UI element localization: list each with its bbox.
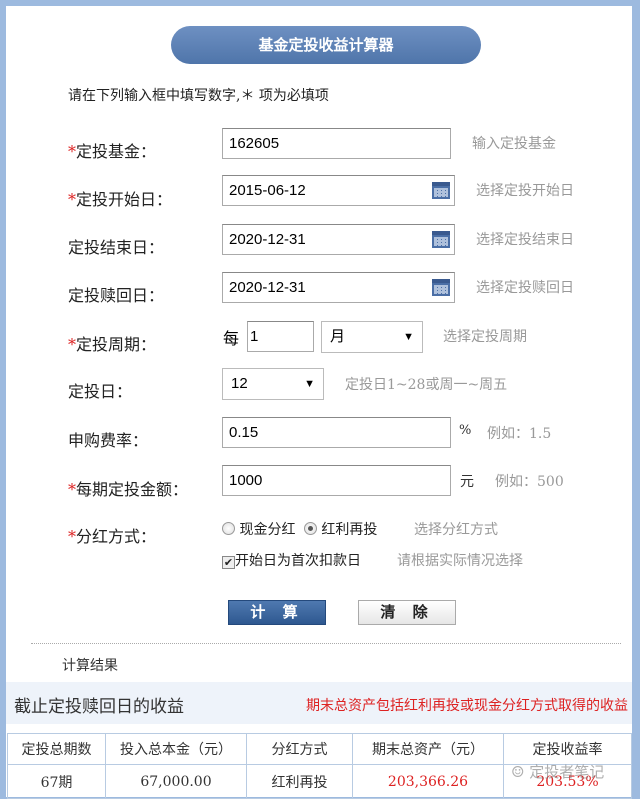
header-cell: 期末总资产（元）	[352, 733, 504, 765]
day-hint: 定投日1~28或周一~周五	[345, 377, 508, 393]
calendar-icon[interactable]	[432, 182, 450, 199]
end-date-label: 定投结束日：	[68, 238, 165, 257]
cell-principal: 67,000.00	[105, 764, 247, 799]
fund-label: *定投基金：	[68, 142, 157, 161]
fee-input[interactable]: 0.15	[222, 417, 451, 448]
period-prefix: 每	[223, 329, 240, 348]
result-subtitle: 截止定投赎回日的收益	[14, 697, 184, 717]
period-label: *定投周期：	[68, 335, 157, 354]
redeem-date-hint: 选择定投赎回日	[476, 280, 574, 296]
header-cell: 投入总本金（元）	[105, 733, 247, 765]
cell-total-assets: 203,366.26	[352, 764, 504, 799]
header-cell: 定投总期数	[7, 733, 106, 765]
day-select[interactable]: 12 ▼	[222, 368, 324, 400]
radio-selected-icon[interactable]	[303, 522, 317, 535]
dropdown-arrow-icon: ▼	[304, 378, 315, 390]
start-date-input[interactable]: 2015-06-12	[222, 175, 455, 206]
first-day-checkbox[interactable]: ✔ 开始日为首次扣款日	[222, 550, 361, 570]
dividend-label: *分红方式：	[68, 527, 157, 546]
fee-unit: %	[459, 423, 472, 438]
period-hint: 选择定投周期	[443, 329, 527, 345]
dividend-options: 现金分红 红利再投	[222, 519, 377, 539]
first-day-hint: 请根据实际情况选择	[397, 553, 523, 569]
amount-label: *每期定投金额：	[68, 480, 189, 499]
calculate-button[interactable]: 计 算	[228, 600, 326, 625]
fee-label: 申购费率：	[68, 431, 149, 450]
amount-unit: 元	[460, 474, 474, 490]
start-date-hint: 选择定投开始日	[476, 183, 574, 199]
calendar-icon[interactable]	[432, 231, 450, 248]
header-cell: 分红方式	[246, 733, 353, 765]
start-date-label: *定投开始日：	[68, 190, 173, 209]
result-note: 期末总资产包括红利再投或现金分红方式取得的收益	[306, 698, 628, 714]
table-header-row: 定投总期数 投入总本金（元） 分红方式 期末总资产（元） 定投收益率	[7, 733, 632, 765]
result-heading: 计算结果	[62, 658, 118, 674]
watermark: ☺ 定投者笔记	[511, 763, 605, 781]
header-cell: 定投收益率	[503, 733, 632, 765]
radio-icon[interactable]	[222, 522, 235, 535]
cell-periods: 67期	[7, 764, 106, 799]
fee-hint: 例如：1.5	[487, 426, 552, 442]
end-date-hint: 选择定投结束日	[476, 232, 574, 248]
wechat-icon: ☺	[511, 763, 530, 781]
day-label: 定投日：	[68, 382, 133, 401]
amount-hint: 例如：500	[495, 474, 564, 490]
calculator-page: 基金定投收益计算器 请在下列输入框中填写数字,＊ 项为必填项 *定投基金： 16…	[6, 6, 632, 799]
fund-input[interactable]: 162605	[222, 128, 451, 159]
fund-hint: 输入定投基金	[472, 136, 556, 152]
cell-dividend-mode: 红利再投	[246, 764, 353, 799]
redeem-date-label: 定投赎回日：	[68, 286, 165, 305]
redeem-date-input[interactable]: 2020-12-31	[222, 272, 455, 303]
dividend-hint: 选择分红方式	[414, 522, 498, 538]
radio-cash-dividend[interactable]: 现金分红	[222, 522, 295, 538]
radio-reinvest[interactable]: 红利再投	[303, 522, 377, 538]
divider	[31, 643, 621, 644]
amount-input[interactable]: 1000	[222, 465, 451, 496]
clear-button[interactable]: 清 除	[358, 600, 456, 625]
calendar-icon[interactable]	[432, 279, 450, 296]
checkbox-checked-icon[interactable]: ✔	[222, 556, 235, 569]
period-count-input[interactable]: 1	[247, 321, 314, 352]
end-date-input[interactable]: 2020-12-31	[222, 224, 455, 255]
intro-text: 请在下列输入框中填写数字,＊ 项为必填项	[68, 88, 329, 104]
period-unit-select[interactable]: 月 ▼	[321, 321, 423, 353]
dropdown-arrow-icon: ▼	[403, 331, 414, 343]
page-title: 基金定投收益计算器	[171, 26, 481, 64]
